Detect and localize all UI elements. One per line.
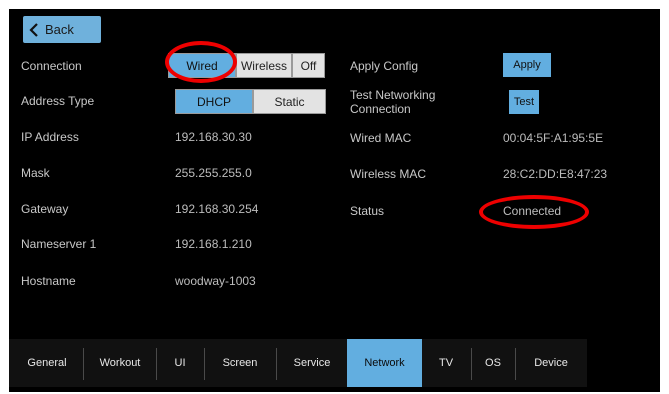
annotation-oval-wired: [165, 41, 237, 83]
status-label: Status: [350, 204, 385, 218]
apply-button[interactable]: Apply: [503, 53, 551, 77]
wired-mac-value: 00:04:5F:A1:95:5E: [503, 131, 604, 145]
annotation-oval-status: [479, 195, 589, 229]
hostname-value: woodway-1003: [175, 274, 256, 288]
back-label: Back: [45, 22, 74, 37]
connection-wireless-option[interactable]: Wireless: [236, 53, 292, 78]
tab-device[interactable]: Device: [516, 339, 586, 387]
test-networking-label-line1: Test Networking: [350, 88, 436, 102]
mask-value: 255.255.255.0: [175, 166, 252, 180]
tab-workout[interactable]: Workout: [85, 339, 155, 387]
nameserver-label: Nameserver 1: [21, 237, 97, 251]
gateway-label: Gateway: [21, 202, 69, 216]
ip-address-label: IP Address: [21, 130, 79, 144]
tab-screen[interactable]: Screen: [205, 339, 275, 387]
tab-os[interactable]: OS: [472, 339, 514, 387]
address-type-static-option[interactable]: Static: [253, 89, 326, 114]
test-networking-label-line2: Connection: [350, 102, 411, 116]
ip-address-value: 192.168.30.30: [175, 130, 252, 144]
address-type-label: Address Type: [21, 94, 95, 108]
tab-service[interactable]: Service: [277, 339, 347, 387]
tab-tv[interactable]: TV: [422, 339, 470, 387]
gateway-value: 192.168.30.254: [175, 202, 259, 216]
connection-label: Connection: [21, 59, 82, 73]
tab-divider: [83, 348, 84, 380]
tab-ui[interactable]: UI: [157, 339, 203, 387]
nameserver-value: 192.168.1.210: [175, 237, 252, 251]
wired-mac-label: Wired MAC: [350, 131, 412, 145]
address-type-segmented-control: DHCP Static: [175, 89, 326, 114]
tab-network[interactable]: Network: [347, 339, 422, 387]
wireless-mac-value: 28:C2:DD:E8:47:23: [503, 167, 608, 181]
wireless-mac-label: Wireless MAC: [350, 167, 427, 181]
address-type-dhcp-option[interactable]: DHCP: [175, 89, 253, 114]
test-button[interactable]: Test: [509, 90, 539, 114]
apply-config-label: Apply Config: [350, 59, 419, 73]
back-button[interactable]: Back: [23, 16, 101, 43]
connection-off-option[interactable]: Off: [292, 53, 325, 78]
chevron-left-icon: [23, 16, 45, 43]
tab-general[interactable]: General: [13, 339, 81, 387]
settings-screen: Back Connection Wired Wireless Off Addre…: [9, 9, 660, 392]
mask-label: Mask: [21, 166, 50, 180]
hostname-label: Hostname: [21, 274, 76, 288]
